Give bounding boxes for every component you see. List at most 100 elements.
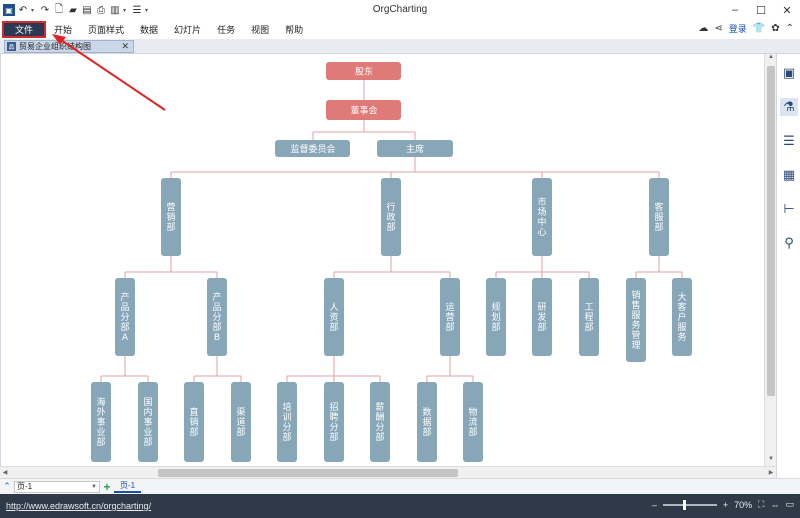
org-node-label: 国内事业部 — [143, 397, 152, 448]
org-node-ops-subs-1[interactable]: 物流部 — [463, 382, 483, 462]
open-icon[interactable]: ▰ — [67, 4, 79, 16]
theme-icon[interactable]: ✿ — [771, 23, 779, 34]
svg-text:股东: 股东 — [355, 66, 373, 78]
close-tab-icon[interactable]: ✕ — [121, 41, 129, 52]
drawing-canvas[interactable]: 股东 董事会 监督委员会 主席 营销部 行政部 市场中心 客服部产品分部 A 产品分部 B 人… — [0, 54, 764, 466]
menu-file[interactable]: 文件 — [2, 21, 46, 38]
org-node-label: 工程部 — [584, 303, 593, 333]
export-icon[interactable]: ▥ — [109, 4, 121, 16]
menu-tasks[interactable]: 任务 — [209, 23, 243, 36]
svg-text:监督委员会: 监督委员会 — [290, 143, 335, 155]
document-tab-label: 贸易企业组织结构图 — [19, 42, 91, 51]
website-link[interactable]: http://www.edrawsoft.cn/orgcharting/ — [6, 501, 151, 511]
add-page-icon[interactable]: + — [100, 480, 114, 494]
undo-dropdown-icon[interactable]: ▾ — [31, 7, 37, 14]
menu-home[interactable]: 开始 — [46, 23, 80, 36]
hierarchy-icon[interactable]: ⊢ — [780, 200, 798, 218]
org-node-departments-3[interactable]: 客服部 — [649, 178, 669, 256]
org-node-service-subs-0[interactable]: 销售服务管理 — [626, 278, 646, 362]
org-node-hr-subs-2[interactable]: 薪酬分部 — [370, 382, 390, 462]
org-node-chair[interactable]: 主席 — [377, 140, 453, 157]
org-node-admin-subs-1[interactable]: 运营部 — [440, 278, 460, 356]
undo-icon[interactable]: ↶ — [17, 4, 29, 16]
title-bar: ▣ ↶ ▾ ↷ 🗋 ▰ ▤ ⎙ ▥ ▾ ☰ ▾ OrgCharting – ☐ … — [0, 0, 800, 20]
org-node-root[interactable]: 股东 — [326, 62, 401, 80]
org-node-sales-a-subs-1[interactable]: 国内事业部 — [138, 382, 158, 462]
org-node-sales-b-subs-1[interactable]: 渠道部 — [231, 382, 251, 462]
more-icon[interactable]: ☰ — [131, 4, 143, 16]
menu-slides[interactable]: 幻灯片 — [166, 23, 209, 36]
maximize-icon[interactable]: ☐ — [748, 0, 774, 20]
fit-width-icon[interactable]: ⇔ — [770, 500, 779, 510]
org-node-market-subs-1[interactable]: 研发部 — [532, 278, 552, 356]
status-bar: http://www.edrawsoft.cn/orgcharting/ – +… — [0, 494, 800, 518]
save-icon[interactable]: ▤ — [81, 4, 93, 16]
fit-page-icon[interactable]: ⛶ — [758, 499, 764, 510]
org-node-service-subs-1[interactable]: 大客户服务 — [672, 278, 692, 356]
page-selector[interactable]: 页-1 ▼ — [14, 480, 100, 493]
zoom-in-icon[interactable]: + — [723, 500, 728, 510]
app-icon[interactable]: ▣ — [3, 4, 15, 16]
more-dropdown-icon[interactable]: ▾ — [145, 7, 151, 14]
window-controls: – ☐ ✕ — [722, 0, 800, 20]
chevron-up-icon[interactable]: ⌃ — [0, 481, 14, 492]
zoom-out-icon[interactable]: – — [652, 500, 657, 510]
org-node-label: 培训分部 — [282, 401, 291, 443]
org-node-sales-subs-1[interactable]: 产品分部 B — [207, 278, 227, 356]
collapse-ribbon-icon[interactable]: ⌃ — [786, 23, 794, 34]
org-node-sales-a-subs-0[interactable]: 海外事业部 — [91, 382, 111, 462]
vertical-scrollbar[interactable]: ▲ ▼ — [764, 54, 776, 466]
org-node-hr-subs-0[interactable]: 培训分部 — [277, 382, 297, 462]
share-icon[interactable]: ⋖ — [714, 23, 722, 34]
org-node-label: 物流部 — [468, 406, 477, 438]
profile-card-icon[interactable]: ▣ — [780, 64, 798, 82]
org-chart: 股东 董事会 监督委员会 主席 营销部 行政部 市场中心 客服部产品分部 A 产品分部 B 人… — [91, 62, 692, 462]
menu-help[interactable]: 帮助 — [277, 23, 311, 36]
org-node-supervisory[interactable]: 监督委员会 — [275, 140, 350, 157]
org-chart-icon: 品 — [7, 42, 16, 51]
calendar-icon[interactable]: ▦ — [780, 166, 798, 184]
menu-view[interactable]: 视图 — [243, 23, 277, 36]
org-node-market-subs-2[interactable]: 工程部 — [579, 278, 599, 356]
menu-page-style[interactable]: 页面样式 — [80, 23, 132, 36]
horizontal-scrollbar[interactable]: ◀ ▶ — [0, 466, 776, 478]
org-node-sales-subs-0[interactable]: 产品分部 A — [115, 278, 135, 356]
org-node-label: 数据部 — [422, 406, 431, 438]
org-node-departments-2[interactable]: 市场中心 — [532, 178, 552, 256]
org-node-market-subs-0[interactable]: 规划部 — [486, 278, 506, 356]
shirt-icon[interactable]: 👕 — [753, 23, 765, 34]
org-node-label: 大客户服务 — [677, 291, 686, 343]
zoom-slider[interactable] — [662, 499, 717, 510]
org-node-board[interactable]: 董事会 — [326, 100, 401, 120]
org-node-label: 直销部 — [189, 406, 198, 438]
print-icon[interactable]: ⎙ — [95, 4, 107, 16]
horizontal-scroll-thumb[interactable] — [158, 469, 458, 477]
vertical-scroll-thumb[interactable] — [767, 66, 775, 396]
close-icon[interactable]: ✕ — [774, 0, 800, 20]
org-node-hr-subs-1[interactable]: 招聘分部 — [324, 382, 344, 462]
org-node-label: 运营部 — [445, 302, 454, 333]
document-tab-bar: 品 贸易企业组织结构图 ✕ — [0, 39, 800, 54]
export-dropdown-icon[interactable]: ▾ — [123, 7, 129, 14]
org-node-departments-1[interactable]: 行政部 — [381, 178, 401, 256]
zoom-level: 70% — [734, 499, 753, 510]
menu-data[interactable]: 数据 — [132, 23, 166, 36]
org-node-ops-subs-0[interactable]: 数据部 — [417, 382, 437, 462]
redo-icon[interactable]: ↷ — [39, 4, 51, 16]
search-list-icon[interactable]: ⚲ — [780, 234, 798, 252]
page-tab[interactable]: 页-1 — [114, 480, 142, 493]
org-node-admin-subs-0[interactable]: 人资部 — [324, 278, 344, 356]
document-tab[interactable]: 品 贸易企业组织结构图 ✕ — [4, 40, 134, 53]
svg-text:主席: 主席 — [406, 143, 424, 155]
zoom-slider-knob[interactable] — [682, 499, 686, 510]
list-icon[interactable]: ☰ — [780, 132, 798, 150]
org-node-departments-0[interactable]: 营销部 — [161, 178, 181, 256]
cloud-icon[interactable]: ☁ — [698, 23, 708, 34]
org-node-sales-b-subs-0[interactable]: 直销部 — [184, 382, 204, 462]
new-icon[interactable]: 🗋 — [53, 4, 65, 16]
full-screen-icon[interactable]: ▭ — [785, 499, 794, 510]
org-node-label: 规划部 — [491, 302, 500, 333]
minimize-icon[interactable]: – — [722, 0, 748, 20]
login-link[interactable]: 登录 — [729, 22, 747, 35]
format-brush-icon[interactable]: ⚗ — [780, 98, 798, 116]
